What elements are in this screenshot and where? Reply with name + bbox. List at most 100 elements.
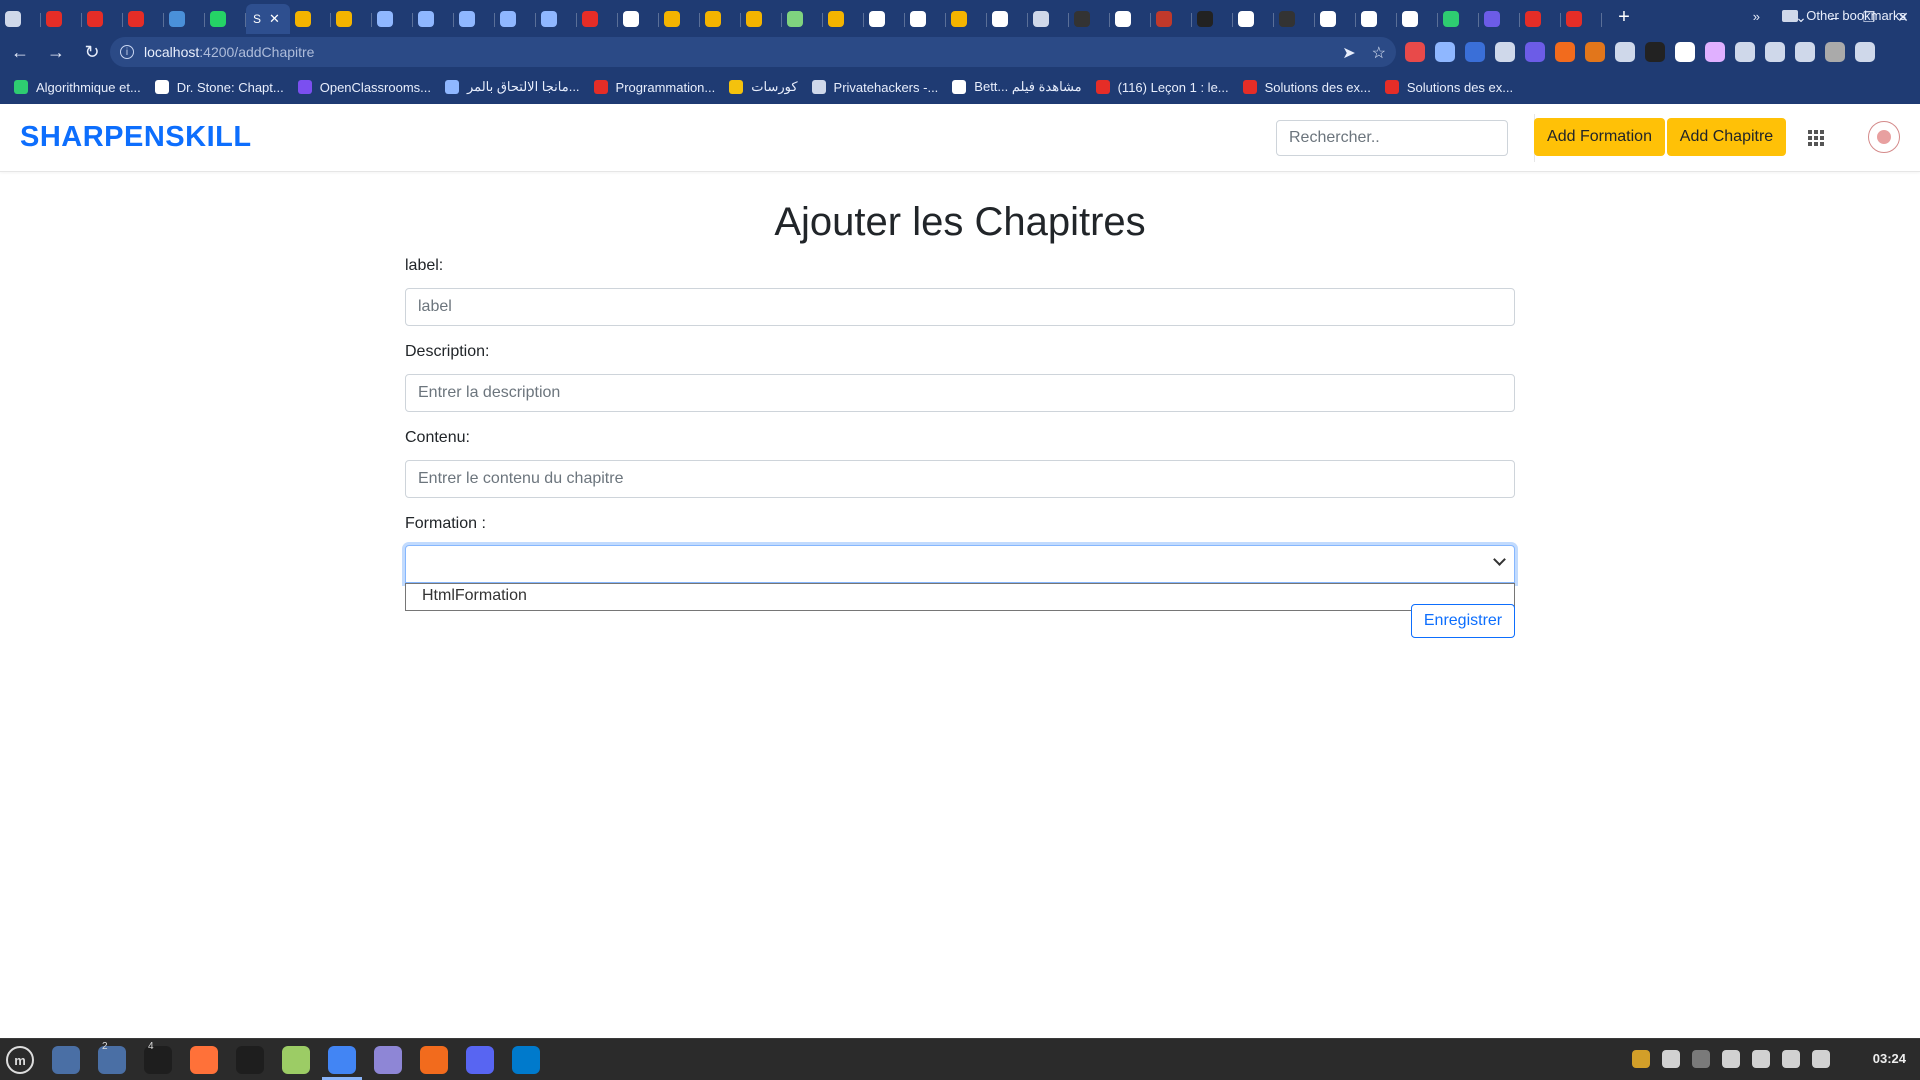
browser-tab[interactable] xyxy=(1274,6,1315,32)
extension-icon[interactable] xyxy=(1615,42,1635,62)
extension-icon[interactable] xyxy=(1465,42,1485,62)
browser-tab[interactable] xyxy=(782,6,823,32)
extension-icon[interactable] xyxy=(1795,42,1815,62)
browser-tab[interactable] xyxy=(1069,6,1110,32)
extension-icon[interactable] xyxy=(1705,42,1725,62)
reload-icon[interactable]: ↻ xyxy=(76,42,108,63)
browser-tab[interactable] xyxy=(1479,6,1520,32)
extension-icon[interactable] xyxy=(1435,42,1455,62)
taskbar-app-icon[interactable] xyxy=(466,1046,494,1074)
browser-tab[interactable] xyxy=(823,6,864,32)
back-icon[interactable]: ← xyxy=(4,42,36,63)
browser-tab[interactable] xyxy=(0,6,41,32)
add-chapitre-button[interactable]: Add Chapitre xyxy=(1667,118,1786,156)
description-input[interactable] xyxy=(405,374,1515,412)
save-button[interactable]: Enregistrer xyxy=(1411,604,1515,638)
browser-tab[interactable] xyxy=(1192,6,1233,32)
label-input[interactable] xyxy=(405,288,1515,326)
extension-icon[interactable] xyxy=(1825,42,1845,62)
address-bar[interactable]: i localhost:4200/addChapitre ➤ ☆ xyxy=(110,37,1396,67)
browser-tab[interactable] xyxy=(1028,6,1069,32)
browser-tab[interactable] xyxy=(1315,6,1356,32)
browser-tab[interactable] xyxy=(1520,6,1561,32)
browser-tab[interactable] xyxy=(577,6,618,32)
browser-tab[interactable] xyxy=(495,6,536,32)
taskbar-app-icon[interactable] xyxy=(52,1046,80,1074)
tray-icon[interactable] xyxy=(1632,1050,1650,1068)
browser-tab[interactable] xyxy=(700,6,741,32)
browser-tab[interactable] xyxy=(536,6,577,32)
extension-icon[interactable] xyxy=(1495,42,1515,62)
browser-tab[interactable] xyxy=(1438,6,1479,32)
new-tab-icon[interactable]: + xyxy=(1612,6,1636,29)
extension-icon[interactable] xyxy=(1735,42,1755,62)
taskbar-app-icon[interactable] xyxy=(190,1046,218,1074)
tray-icon[interactable] xyxy=(1752,1050,1770,1068)
browser-tab[interactable]: S ✕ xyxy=(246,4,290,34)
bookmark-item[interactable]: Solutions des ex... xyxy=(1242,80,1371,95)
bookmark-item[interactable]: Algorithmique et... xyxy=(14,80,141,95)
clock[interactable]: 03:24 xyxy=(1873,1051,1906,1066)
bookmark-item[interactable]: كورسات xyxy=(729,79,798,95)
tray-icon[interactable] xyxy=(1692,1050,1710,1068)
bookmark-item[interactable]: OpenClassrooms... xyxy=(297,80,431,95)
avatar[interactable] xyxy=(1868,121,1900,153)
browser-tab[interactable] xyxy=(1233,6,1274,32)
browser-tab[interactable] xyxy=(741,6,782,32)
bookmark-item[interactable]: Privatehackers -... xyxy=(811,80,938,95)
browser-tab[interactable] xyxy=(1151,6,1192,32)
bookmark-item[interactable]: Solutions des ex... xyxy=(1384,80,1513,95)
browser-tab[interactable] xyxy=(372,6,413,32)
bookmark-item[interactable]: مانجا الالتحاق بالمر... xyxy=(445,79,580,95)
contenu-input[interactable] xyxy=(405,460,1515,498)
tray-icon[interactable] xyxy=(1782,1050,1800,1068)
send-icon[interactable]: ➤ xyxy=(1342,43,1355,63)
taskbar-app-icon[interactable] xyxy=(420,1046,448,1074)
browser-tab[interactable] xyxy=(1356,6,1397,32)
add-formation-button[interactable]: Add Formation xyxy=(1534,118,1665,156)
formation-select[interactable] xyxy=(405,545,1515,583)
browser-tab[interactable] xyxy=(164,6,205,32)
tray-icon[interactable] xyxy=(1812,1050,1830,1068)
site-info-icon[interactable]: i xyxy=(120,45,134,59)
browser-tab[interactable] xyxy=(1110,6,1151,32)
bookmark-item[interactable]: Dr. Stone: Chapt... xyxy=(154,80,284,95)
browser-tab[interactable] xyxy=(987,6,1028,32)
browser-tab[interactable] xyxy=(454,6,495,32)
extension-icon[interactable] xyxy=(1675,42,1695,62)
apps-grid-icon[interactable] xyxy=(1808,130,1824,146)
bookmarks-overflow-icon[interactable]: » xyxy=(1753,9,1760,24)
browser-tab[interactable] xyxy=(290,6,331,32)
tray-icon[interactable] xyxy=(1662,1050,1680,1068)
browser-tab[interactable] xyxy=(1561,6,1602,32)
extension-icon[interactable] xyxy=(1645,42,1665,62)
taskbar-app-icon[interactable] xyxy=(328,1046,356,1074)
taskbar-app-icon[interactable] xyxy=(512,1046,540,1074)
browser-tab[interactable] xyxy=(946,6,987,32)
browser-tab[interactable] xyxy=(659,6,700,32)
extension-icon[interactable] xyxy=(1585,42,1605,62)
url-text[interactable]: localhost:4200/addChapitre xyxy=(144,44,314,60)
browser-tab[interactable] xyxy=(618,6,659,32)
browser-tab[interactable] xyxy=(864,6,905,32)
brand-logo[interactable]: SHARPENSKILL xyxy=(20,121,252,154)
extension-icon[interactable] xyxy=(1405,42,1425,62)
browser-tab[interactable] xyxy=(905,6,946,32)
formation-option[interactable]: HtmlFormation xyxy=(422,587,527,605)
browser-tab[interactable] xyxy=(205,6,246,32)
browser-tab[interactable] xyxy=(82,6,123,32)
taskbar-app-icon[interactable] xyxy=(236,1046,264,1074)
browser-tab[interactable] xyxy=(413,6,454,32)
taskbar-app-icon[interactable] xyxy=(282,1046,310,1074)
other-bookmarks[interactable]: Other bookmarks xyxy=(1782,8,1906,23)
search-input[interactable] xyxy=(1276,120,1508,156)
forward-icon[interactable]: → xyxy=(40,42,72,63)
bookmark-item[interactable]: Programmation... xyxy=(593,80,715,95)
extension-icon[interactable] xyxy=(1555,42,1575,62)
browser-tab[interactable] xyxy=(1397,6,1438,32)
taskbar-app-icon[interactable] xyxy=(374,1046,402,1074)
bookmark-star-icon[interactable]: ☆ xyxy=(1372,43,1386,63)
extension-icon[interactable] xyxy=(1765,42,1785,62)
bookmark-item[interactable]: (116) Leçon 1 : le... xyxy=(1095,80,1229,95)
browser-tab[interactable] xyxy=(331,6,372,32)
